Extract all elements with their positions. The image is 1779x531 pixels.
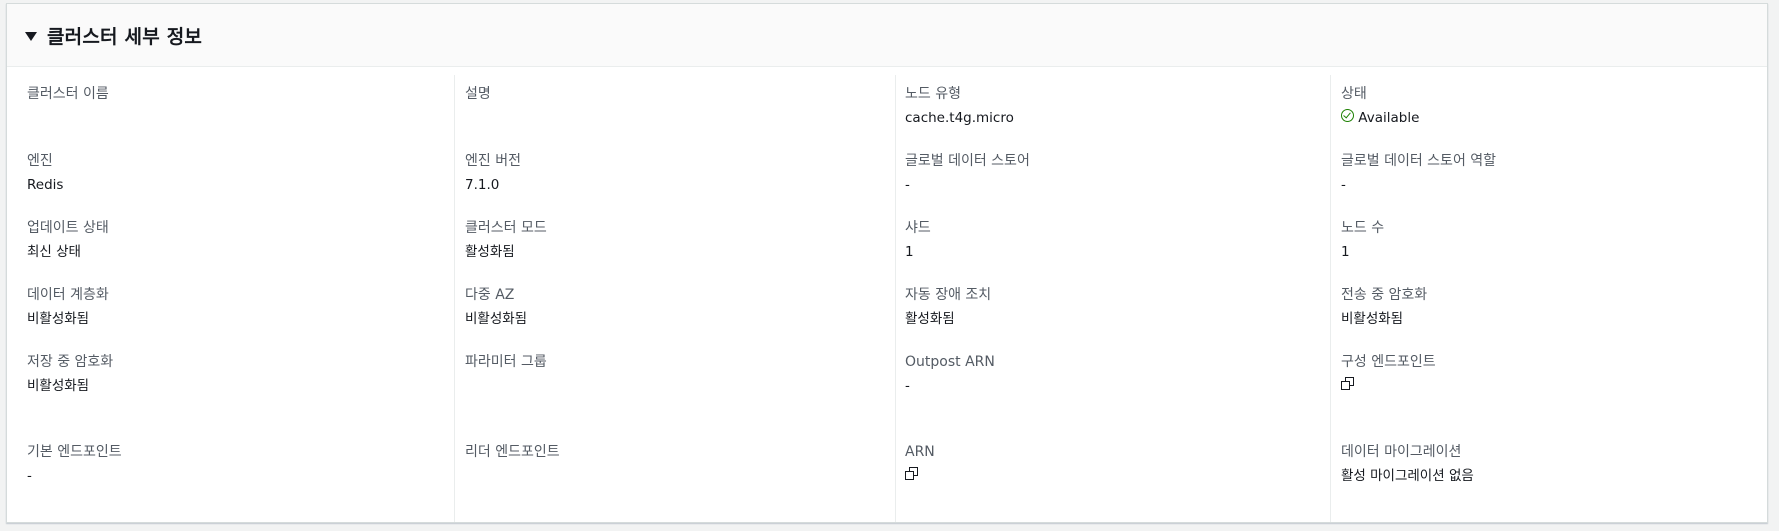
config-endpoint-value — [1341, 377, 1751, 396]
caret-down-icon[interactable] — [25, 31, 37, 41]
update-status-value: 최신 상태 — [27, 244, 81, 260]
arn-value — [905, 467, 1315, 486]
data-tiering-value: 비활성화됨 — [27, 311, 90, 327]
engine-label: 엔진 — [27, 153, 53, 169]
outpost-arn-label: Outpost ARN — [905, 354, 995, 370]
engine-value: Redis — [27, 177, 64, 193]
multi-az-field: 다중 AZ 비활성화됨 — [465, 286, 875, 328]
node-type-label: 노드 유형 — [905, 86, 961, 102]
primary-endpoint-field: 기본 엔드포인트 - — [27, 443, 437, 485]
copy-icon[interactable] — [1341, 377, 1355, 391]
config-endpoint-label: 구성 엔드포인트 — [1341, 354, 1436, 370]
status-text: Available — [1358, 110, 1420, 126]
panel-title: 클러스터 세부 정보 — [47, 25, 203, 48]
primary-endpoint-value: - — [27, 468, 32, 484]
rest-encryption-value: 비활성화됨 — [27, 378, 90, 394]
reader-endpoint-field: 리더 엔드포인트 — [465, 443, 875, 467]
transit-encryption-field: 전송 중 암호화 비활성화됨 — [1341, 286, 1751, 328]
engine-version-label: 엔진 버전 — [465, 153, 521, 169]
node-count-value: 1 — [1341, 244, 1350, 260]
global-datastore-label: 글로벌 데이터 스토어 — [905, 153, 1030, 169]
data-migration-label: 데이터 마이그레이션 — [1341, 444, 1462, 460]
cluster-name-field: 클러스터 이름 — [27, 85, 437, 119]
status-field: 상태 Available — [1341, 85, 1751, 127]
node-type-field: 노드 유형 cache.t4g.micro — [905, 85, 1315, 127]
cluster-details-panel: 클러스터 세부 정보 클러스터 이름 설명 노드 유형 cache.t4g.mi… — [6, 3, 1768, 523]
column-divider — [895, 75, 896, 522]
engine-field: 엔진 Redis — [27, 152, 437, 194]
cluster-mode-label: 클러스터 모드 — [465, 220, 547, 236]
global-datastore-role-field: 글로벌 데이터 스토어 역할 - — [1341, 152, 1751, 194]
engine-version-value: 7.1.0 — [465, 177, 500, 193]
rest-encryption-field: 저장 중 암호화 비활성화됨 — [27, 353, 437, 395]
transit-encryption-value: 비활성화됨 — [1341, 311, 1404, 327]
cluster-mode-field: 클러스터 모드 활성화됨 — [465, 219, 875, 261]
status-value: Available — [1341, 109, 1751, 127]
column-divider — [1330, 75, 1331, 522]
transit-encryption-label: 전송 중 암호화 — [1341, 287, 1428, 303]
node-type-value: cache.t4g.micro — [905, 110, 1014, 126]
parameter-group-label: 파라미터 그룹 — [465, 354, 547, 370]
engine-version-field: 엔진 버전 7.1.0 — [465, 152, 875, 194]
copy-icon[interactable] — [905, 467, 919, 481]
cluster-name-value — [27, 109, 197, 119]
data-migration-field: 데이터 마이그레이션 활성 마이그레이션 없음 — [1341, 443, 1751, 485]
update-status-field: 업데이트 상태 최신 상태 — [27, 219, 437, 261]
auto-failover-value: 활성화됨 — [905, 311, 955, 327]
multi-az-value: 비활성화됨 — [465, 311, 528, 327]
rest-encryption-label: 저장 중 암호화 — [27, 354, 114, 370]
parameter-group-field: 파라미터 그룹 — [465, 353, 875, 387]
primary-endpoint-label: 기본 엔드포인트 — [27, 444, 122, 460]
node-count-label: 노드 수 — [1341, 220, 1385, 236]
details-grid: 클러스터 이름 설명 노드 유형 cache.t4g.micro 상태 Avai… — [7, 67, 1767, 522]
reader-endpoint-label: 리더 엔드포인트 — [465, 444, 560, 460]
global-datastore-role-value: - — [1341, 177, 1346, 193]
config-endpoint-field: 구성 엔드포인트 — [1341, 353, 1751, 396]
description-field: 설명 — [465, 85, 875, 109]
auto-failover-label: 자동 장애 조치 — [905, 287, 992, 303]
update-status-label: 업데이트 상태 — [27, 220, 109, 236]
shards-field: 샤드 1 — [905, 219, 1315, 261]
data-migration-value: 활성 마이그레이션 없음 — [1341, 468, 1474, 484]
description-label: 설명 — [465, 86, 491, 102]
panel-header[interactable]: 클러스터 세부 정보 — [7, 4, 1767, 67]
shards-label: 샤드 — [905, 220, 931, 236]
cluster-name-label: 클러스터 이름 — [27, 86, 109, 102]
global-datastore-role-label: 글로벌 데이터 스토어 역할 — [1341, 153, 1497, 169]
cluster-mode-value: 활성화됨 — [465, 244, 515, 260]
node-count-field: 노드 수 1 — [1341, 219, 1751, 261]
multi-az-label: 다중 AZ — [465, 287, 515, 303]
arn-field: ARN — [905, 443, 1315, 486]
global-datastore-field: 글로벌 데이터 스토어 - — [905, 152, 1315, 194]
outpost-arn-value: - — [905, 378, 910, 394]
shards-value: 1 — [905, 244, 914, 260]
column-divider — [454, 75, 455, 522]
status-label: 상태 — [1341, 86, 1367, 102]
parameter-group-value[interactable] — [465, 377, 635, 387]
data-tiering-field: 데이터 계층화 비활성화됨 — [27, 286, 437, 328]
auto-failover-field: 자동 장애 조치 활성화됨 — [905, 286, 1315, 328]
check-circle-icon — [1341, 109, 1354, 122]
arn-label: ARN — [905, 444, 935, 460]
data-tiering-label: 데이터 계층화 — [27, 287, 109, 303]
outpost-arn-field: Outpost ARN - — [905, 353, 1315, 395]
global-datastore-value: - — [905, 177, 910, 193]
